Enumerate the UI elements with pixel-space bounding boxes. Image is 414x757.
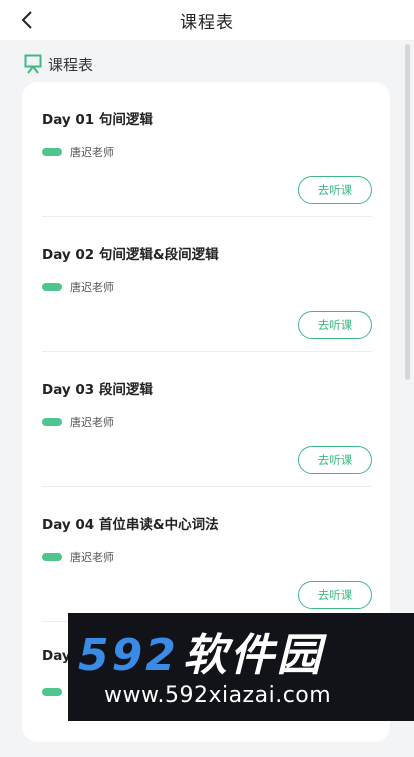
teacher-row: 唐迟老师 (42, 144, 114, 160)
lesson-title: Day 04 首位串读&中心词法 (42, 517, 219, 533)
scrollbar[interactable] (405, 44, 410, 380)
presentation-board-icon (24, 54, 42, 74)
page-title: 课程表 (180, 12, 234, 33)
listen-button[interactable]: 去听课 (298, 311, 372, 339)
teacher-name: 唐迟老师 (70, 146, 114, 159)
teacher-name: 唐迟老师 (70, 416, 114, 429)
lesson-title: Day 03 段间逻辑 (42, 382, 153, 398)
watermark-logo-text: 软件园 (182, 630, 324, 681)
teacher-row (42, 688, 62, 696)
top-bar: 课程表 (0, 0, 414, 40)
lesson-item: Day 01 句间逻辑 唐迟老师 去听课 (42, 82, 372, 217)
teacher-row: 唐迟老师 (42, 279, 114, 295)
lesson-item: Day 02 句间逻辑&段间逻辑 唐迟老师 去听课 (42, 217, 372, 352)
teacher-name: 唐迟老师 (70, 281, 114, 294)
section-header: 课程表 (24, 52, 93, 76)
listen-button[interactable]: 去听课 (298, 581, 372, 609)
listen-button[interactable]: 去听课 (298, 446, 372, 474)
teacher-badge (42, 688, 62, 696)
watermark-url: www.592xiazai.com (104, 683, 332, 708)
back-button[interactable] (14, 6, 40, 34)
listen-button[interactable]: 去听课 (298, 176, 372, 204)
teacher-row: 唐迟老师 (42, 414, 114, 430)
teacher-badge (42, 148, 62, 156)
section-title: 课程表 (48, 55, 94, 74)
watermark-logo-number: 592 (78, 630, 179, 681)
teacher-badge (42, 283, 62, 291)
teacher-row: 唐迟老师 (42, 549, 114, 565)
watermark-logo: 592软件园 (78, 619, 324, 683)
teacher-name: 唐迟老师 (70, 551, 114, 564)
teacher-badge (42, 418, 62, 426)
lesson-item: Day 04 首位串读&中心词法 唐迟老师 去听课 (42, 487, 372, 622)
watermark-banner: 592软件园 www.592xiazai.com (68, 613, 414, 721)
lesson-item: Day 03 段间逻辑 唐迟老师 去听课 (42, 352, 372, 487)
lesson-title: Day 01 句间逻辑 (42, 112, 153, 128)
lesson-title: Day (42, 648, 71, 664)
teacher-badge (42, 553, 62, 561)
lesson-title: Day 02 句间逻辑&段间逻辑 (42, 247, 219, 263)
chevron-left-icon (21, 11, 32, 29)
